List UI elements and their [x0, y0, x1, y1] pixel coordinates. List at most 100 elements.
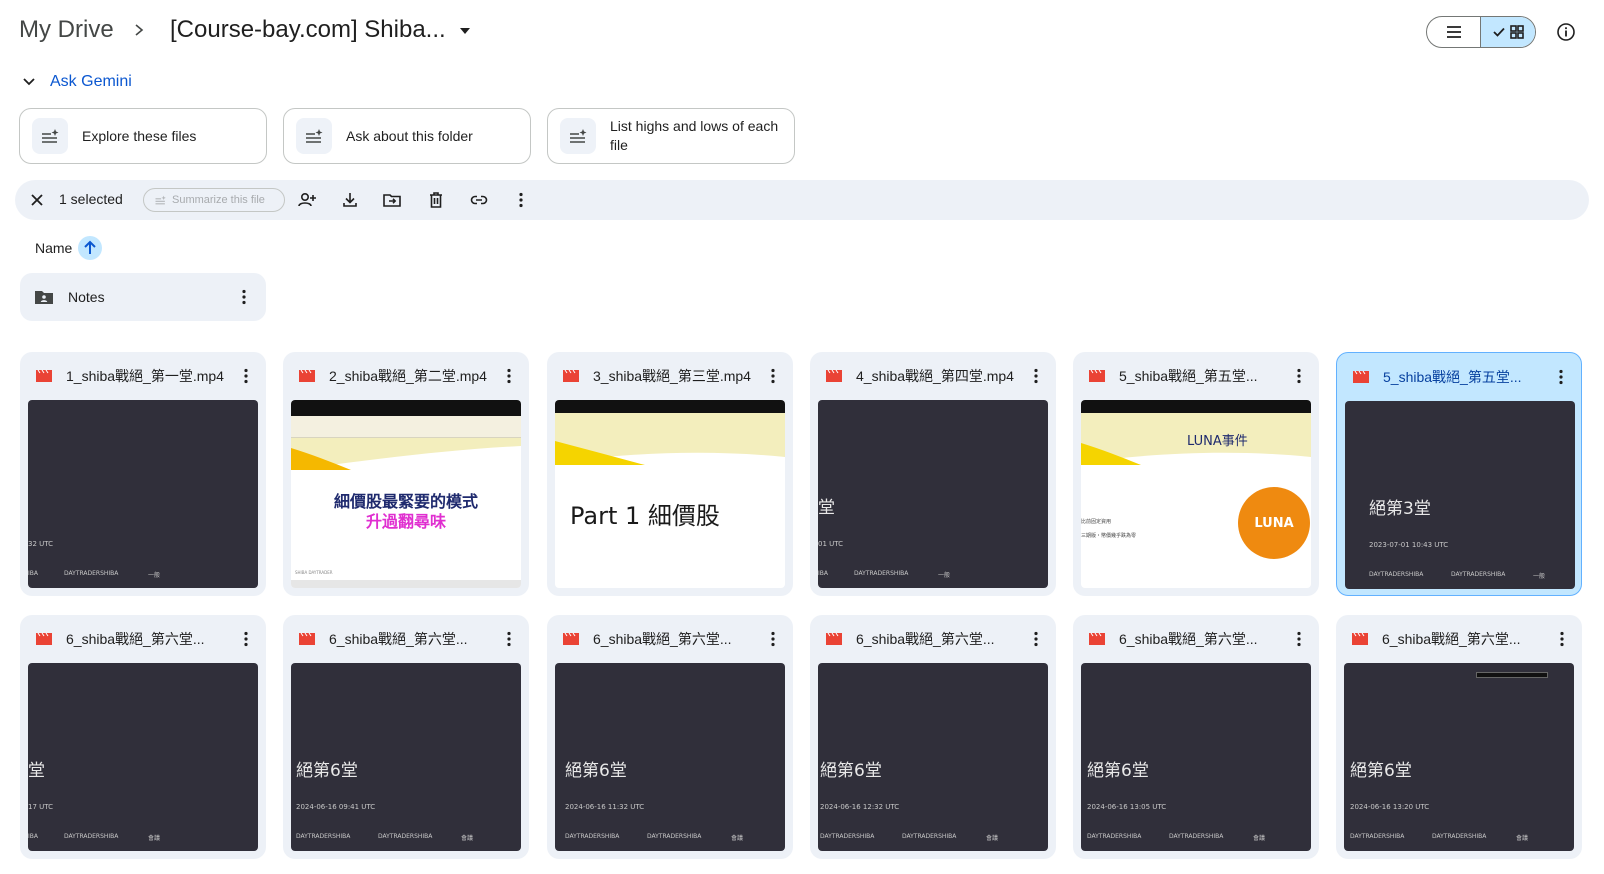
file-more-button[interactable] — [1289, 366, 1309, 386]
shared-folder-icon — [35, 291, 53, 304]
file-card[interactable]: 5_shiba戰絕_第五堂... LUNA事件 LUNA 比前固定資用 三期版・… — [1073, 352, 1319, 596]
thumb-recorder: DAYTRADERSHIBA — [1350, 833, 1405, 840]
file-card[interactable]: 3_shiba戰絕_第三堂.mp4 Part 1 細價股 — [547, 352, 793, 596]
details-info-button[interactable] — [1554, 20, 1578, 44]
video-file-icon — [1353, 370, 1369, 383]
link-icon — [470, 195, 488, 205]
file-card-header: 6_shiba戰絕_第六堂... — [20, 615, 266, 663]
file-more-button[interactable] — [499, 366, 519, 386]
selected-count: 1 selected — [59, 191, 123, 207]
summarize-file-button[interactable]: Summarize this file — [143, 188, 285, 212]
folder-item-notes[interactable]: Notes — [20, 273, 266, 321]
gemini-chip-highs-lows[interactable]: List highs and lows of each file — [547, 108, 795, 164]
grid-view-button[interactable] — [1481, 17, 1535, 47]
video-file-icon — [563, 632, 579, 645]
file-card-header: 6_shiba戰絕_第六堂... — [1336, 615, 1582, 663]
thumb-timestamp: 2023-07-01 10:43 UTC — [1369, 541, 1449, 549]
more-vert-icon — [1297, 368, 1301, 384]
video-file-icon — [299, 632, 315, 645]
file-more-button[interactable] — [236, 629, 256, 649]
close-icon[interactable] — [27, 190, 47, 210]
file-name: 6_shiba戰絕_第六堂... — [66, 631, 205, 647]
file-card-selected[interactable]: 5_shiba戰絕_第五堂... 絕第3堂 2023-07-01 10:43 U… — [1336, 352, 1582, 596]
more-vert-icon — [519, 192, 523, 208]
share-button[interactable] — [297, 190, 317, 210]
video-thumbnail: LUNA事件 LUNA 比前固定資用 三期版・幣價幾乎跌為零 — [1081, 400, 1311, 588]
thumb-channel: 一般 — [938, 572, 951, 579]
file-name: 2_shiba戰絕_第二堂.mp4 — [329, 368, 487, 384]
video-thumbnail: Part 1 細價股 — [555, 400, 785, 588]
file-more-button[interactable] — [499, 629, 519, 649]
file-card-header: 2_shiba戰絕_第二堂.mp4 — [283, 352, 529, 400]
breadcrumb-my-drive[interactable]: My Drive — [19, 16, 114, 44]
view-toggle — [1426, 16, 1536, 48]
gemini-chip-ask-folder[interactable]: Ask about this folder — [283, 108, 531, 164]
thumb-organizer: DAYTRADERSHIBA — [1432, 833, 1487, 840]
trash-button[interactable] — [426, 190, 446, 210]
file-card-header: 5_shiba戰絕_第五堂... — [1337, 353, 1581, 401]
chevron-down-icon — [23, 78, 35, 86]
thumb-timestamp: 2024-06-16 13:05 UTC — [1087, 803, 1167, 811]
file-more-button[interactable] — [763, 629, 783, 649]
folder-more-button[interactable] — [234, 287, 254, 307]
file-card[interactable]: 6_shiba戰絕_第六堂... 絕第6堂 2024-06-16 11:32 U… — [547, 615, 793, 859]
file-card[interactable]: 6_shiba戰絕_第六堂... 絕第6堂 2024-06-16 13:20 U… — [1336, 615, 1582, 859]
copy-link-button[interactable] — [469, 190, 489, 210]
file-card[interactable]: 6_shiba戰絕_第六堂... 絕第6堂 2024-06-16 09:41 U… — [283, 615, 529, 859]
file-name: 5_shiba戰絕_第五堂... — [1383, 369, 1522, 385]
file-more-button[interactable] — [763, 366, 783, 386]
list-view-button[interactable] — [1427, 17, 1481, 47]
ask-gemini-label: Ask Gemini — [50, 73, 132, 90]
slide-note: 比前固定資用 — [1081, 519, 1112, 525]
caret-down-icon[interactable] — [458, 26, 472, 36]
file-card[interactable]: 6_shiba戰絕_第六堂... 絕第6堂 2024-06-16 13:05 U… — [1073, 615, 1319, 859]
download-button[interactable] — [340, 190, 360, 210]
more-actions-button[interactable] — [511, 190, 531, 210]
file-card-header: 4_shiba戰絕_第四堂.mp4 — [810, 352, 1056, 400]
thumb-organizer: DAYTRADERSHIBA — [378, 833, 433, 840]
file-more-button[interactable] — [1026, 366, 1046, 386]
sparkle-list-icon — [560, 118, 596, 154]
file-name: 4_shiba戰絕_第四堂.mp4 — [856, 368, 1014, 384]
slide-note: 三期版・幣價幾乎跌為零 — [1081, 533, 1137, 539]
grid-icon — [1510, 25, 1524, 39]
sort-by-name-label[interactable]: Name — [35, 240, 72, 256]
chip-label: Explore these files — [82, 127, 197, 144]
thumb-title: 絕第6堂 — [565, 761, 627, 781]
thumb-footer: IBA — [818, 570, 828, 577]
breadcrumb-current-folder[interactable]: [Course-bay.com] Shiba... — [170, 16, 446, 44]
file-name: 1_shiba戰絕_第一堂.mp4 — [66, 368, 224, 384]
more-vert-icon — [1034, 631, 1038, 647]
add-person-icon — [298, 192, 316, 207]
file-card[interactable]: 6_shiba戰絕_第六堂... 堂 17 UTC IBA DAYTRADERS… — [20, 615, 266, 859]
more-vert-icon — [771, 631, 775, 647]
file-more-button[interactable] — [1289, 629, 1309, 649]
move-button[interactable] — [382, 190, 402, 210]
gemini-chip-explore[interactable]: Explore these files — [19, 108, 267, 164]
file-card-header: 1_shiba戰絕_第一堂.mp4 — [20, 352, 266, 400]
file-card[interactable]: 4_shiba戰絕_第四堂.mp4 堂 01 UTC IBA DAYTRADER… — [810, 352, 1056, 596]
file-card[interactable]: 6_shiba戰絕_第六堂... 絕第6堂 2024-06-16 12:32 U… — [810, 615, 1056, 859]
thumb-overlay-bar — [1476, 672, 1548, 678]
ask-gemini-toggle[interactable]: Ask Gemini — [22, 70, 132, 94]
luna-badge-label: LUNA — [1254, 515, 1294, 531]
file-more-button[interactable] — [1026, 629, 1046, 649]
chip-label: List highs and lows of each file — [610, 118, 779, 153]
move-folder-icon — [383, 194, 401, 207]
file-more-button[interactable] — [236, 366, 256, 386]
sort-direction-button[interactable] — [78, 236, 102, 260]
file-more-button[interactable] — [1551, 367, 1571, 387]
check-icon — [1493, 27, 1505, 37]
video-file-icon — [1352, 632, 1368, 645]
file-card[interactable]: 2_shiba戰絕_第二堂.mp4 細價股最緊要的模式 升過翻尋味 SHIBA … — [283, 352, 529, 596]
folder-name: Notes — [68, 289, 105, 305]
file-more-button[interactable] — [1552, 629, 1572, 649]
file-name: 6_shiba戰絕_第六堂... — [856, 631, 995, 647]
thumb-timestamp: 2024-06-16 12:32 UTC — [820, 803, 900, 811]
thumb-title: 堂 — [28, 761, 45, 781]
video-file-icon — [1089, 369, 1105, 382]
thumb-title: 堂 — [818, 498, 835, 518]
thumb-title: 絕第3堂 — [1369, 499, 1431, 519]
video-thumbnail: 絕第3堂 2023-07-01 10:43 UTC DAYTRADERSHIBA… — [1345, 401, 1575, 589]
file-card[interactable]: 1_shiba戰絕_第一堂.mp4 32 UTC IBA DAYTRADERSH… — [20, 352, 266, 596]
